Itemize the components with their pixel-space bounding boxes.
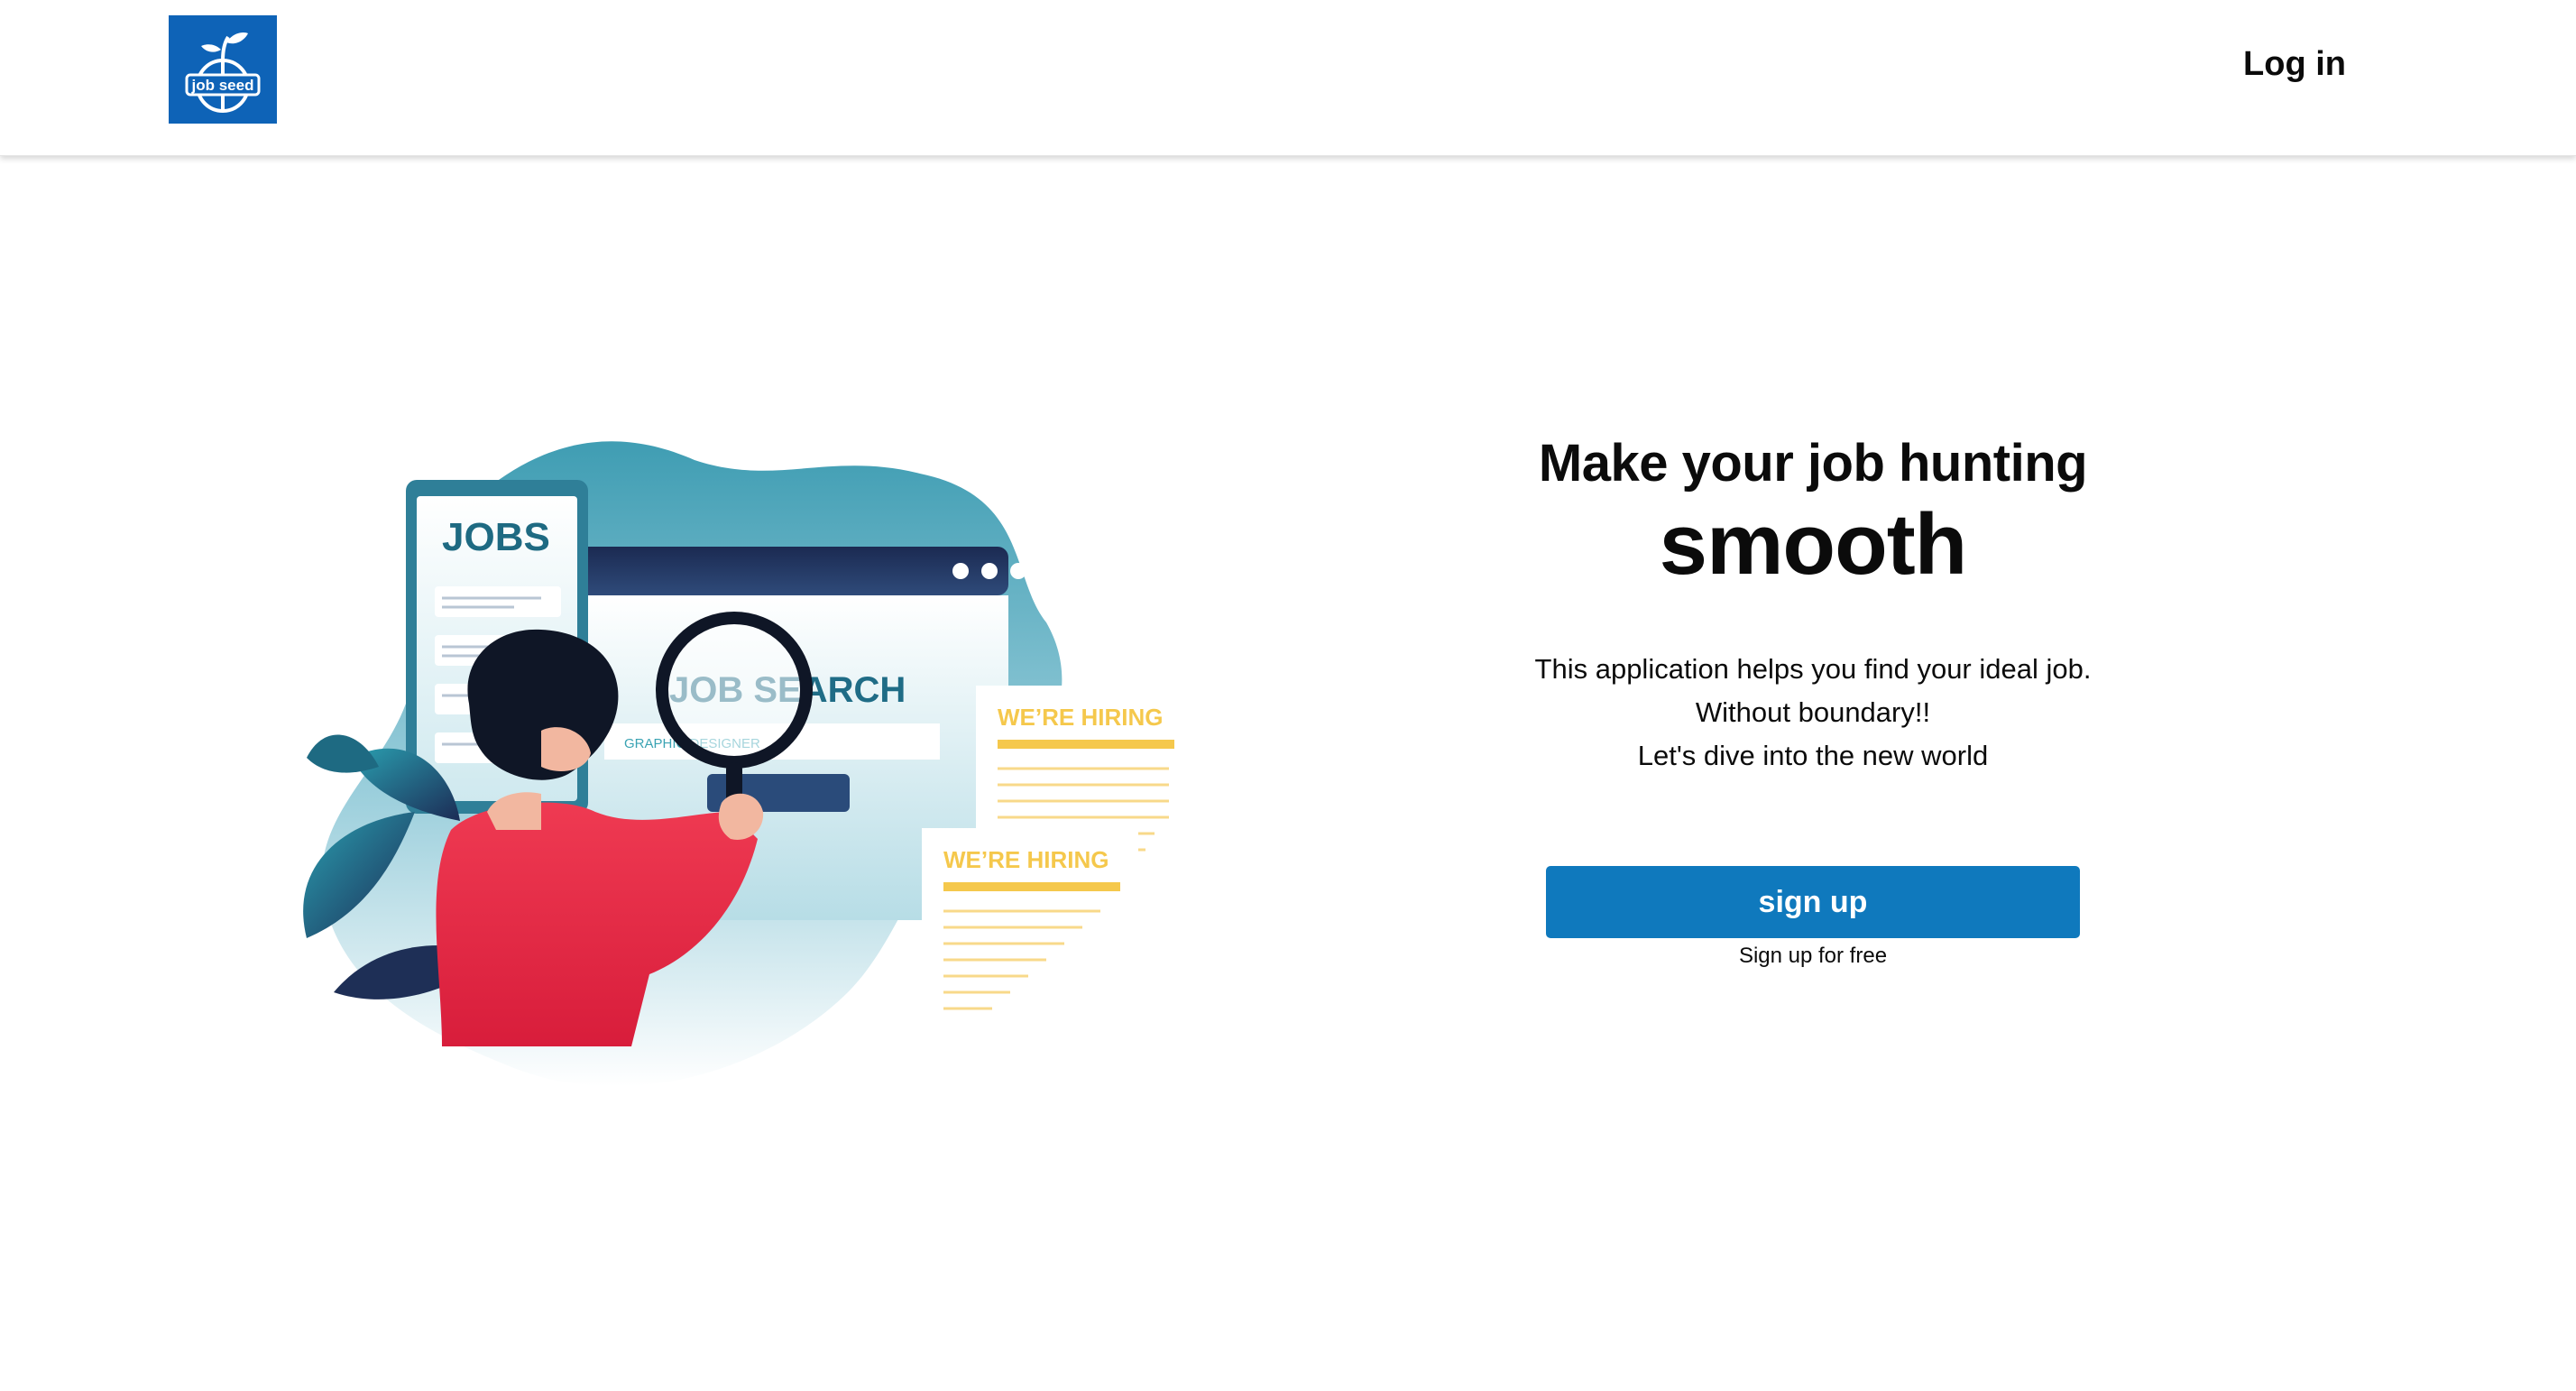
signup-note: Sign up for free [1738,944,1888,968]
signup-button[interactable]: sign up [1546,866,2080,938]
svg-text:WE’RE HIRING: WE’RE HIRING [943,846,1109,873]
description-line-3: Let's dive into the new world [1637,740,1989,771]
login-link[interactable]: Log in [2243,45,2346,84]
svg-text:job seed: job seed [191,77,254,94]
svg-text:WE’RE HIRING: WE’RE HIRING [998,704,1163,731]
job-search-illustration: JOB SEARCH GRAPHIC DESIGNER JOBS WE’RE H… [271,433,1245,1119]
description-line-1: This application helps you find your ide… [1534,653,2092,685]
seed-sprout-icon: job seed [185,32,261,113]
job-seed-logo[interactable]: job seed [169,15,277,124]
hero-headline: Make your job hunting [1538,434,2088,493]
svg-text:JOBS: JOBS [442,515,550,559]
hero-description: This application helps you find your ide… [1398,648,2228,778]
top-navbar: job seed Log in [0,0,2576,156]
description-line-2: Without boundary!! [1695,696,1931,728]
hero-headline-emphasis: smooth [1659,496,1968,593]
hero-section: Make your job hunting smooth This applic… [1398,431,2228,969]
